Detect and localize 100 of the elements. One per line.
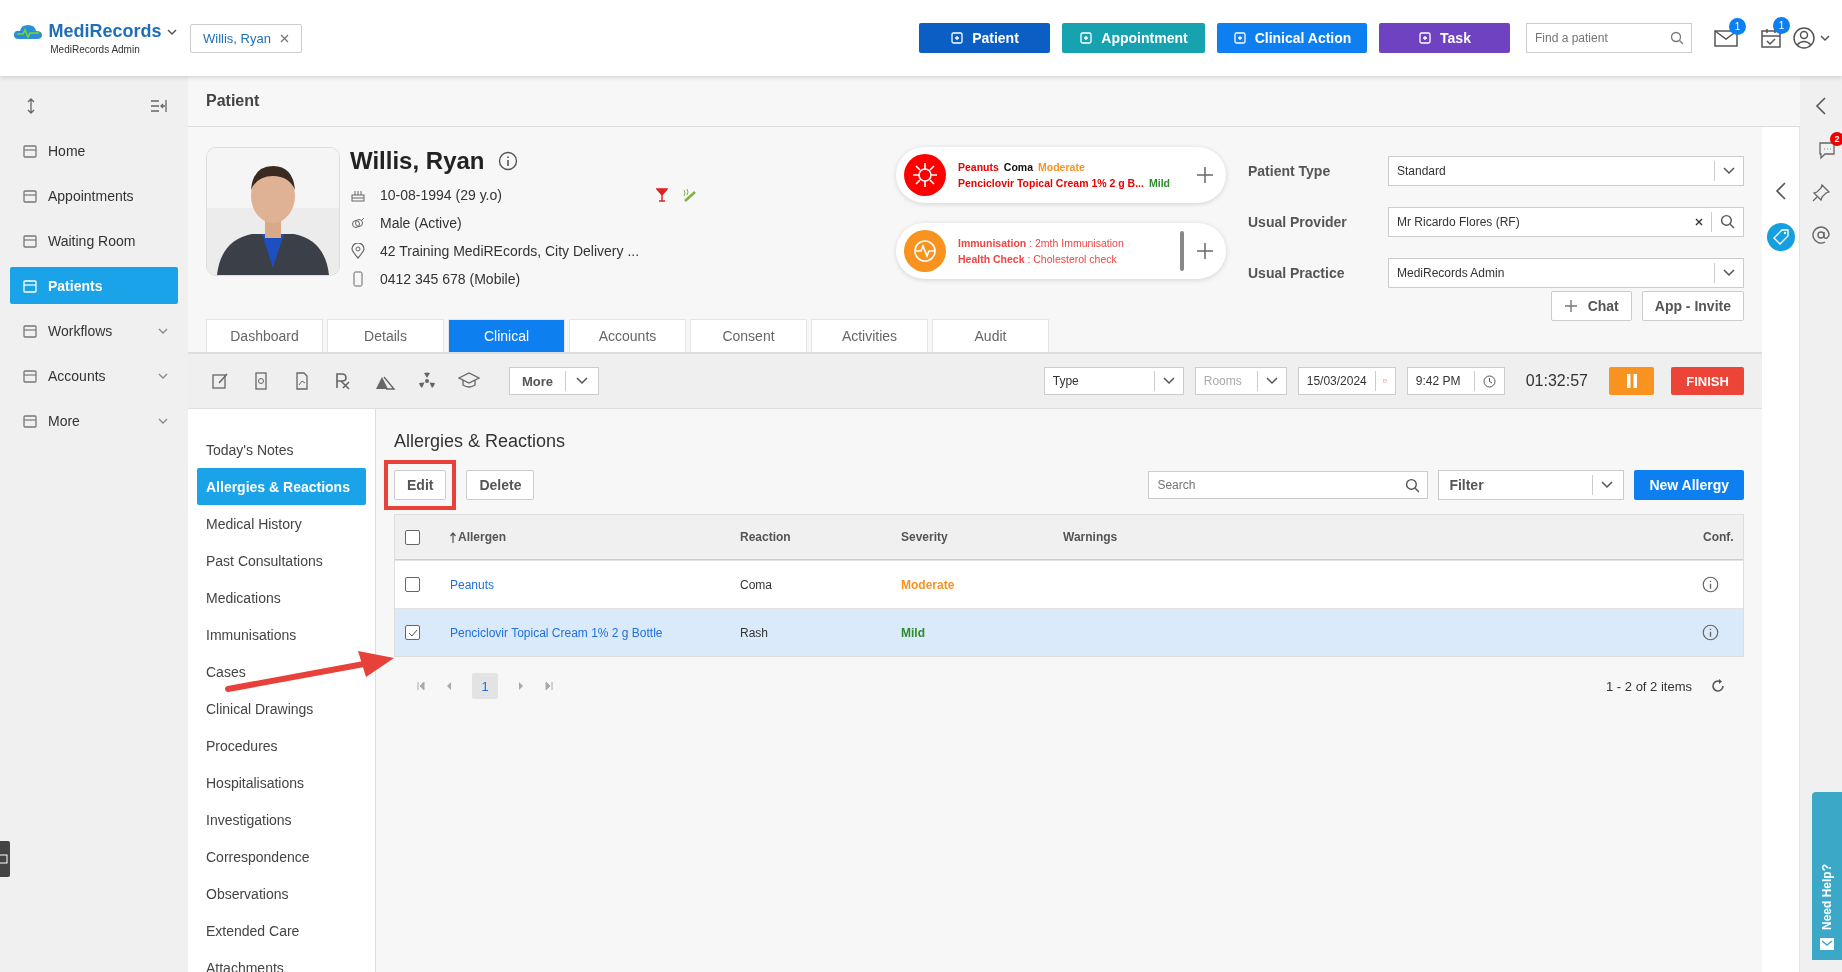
search-field[interactable]: Search <box>1148 471 1429 499</box>
refresh-icon[interactable] <box>1710 678 1726 694</box>
allergen-link[interactable]: Peanuts <box>450 577 740 592</box>
edit-button[interactable]: Edit <box>394 470 447 500</box>
tab[interactable]: Activities <box>811 319 928 352</box>
open-patient-tab[interactable]: Willis, Ryan <box>190 23 302 53</box>
sidebar-item[interactable]: Appointments <box>10 177 178 214</box>
calendar-check-icon[interactable] <box>1760 27 1782 49</box>
column-header[interactable]: Conf. <box>1703 530 1733 544</box>
user-menu-icon[interactable] <box>1792 26 1832 50</box>
tag-icon[interactable] <box>1766 223 1795 251</box>
chat-bubble-icon[interactable] <box>1817 140 1837 160</box>
tab[interactable]: Details <box>327 319 444 352</box>
type-select[interactable]: Type <box>1043 367 1184 395</box>
clinical-nav-item[interactable]: Today's Notes <box>197 431 366 468</box>
clinical-nav-item[interactable]: Procedures <box>197 727 366 764</box>
chevron-down-icon[interactable] <box>1723 269 1735 278</box>
time-field[interactable]: 9:42 PM <box>1406 367 1505 395</box>
clinical-nav-item[interactable]: Past Consultations <box>197 542 366 579</box>
edit-note-icon[interactable] <box>210 371 230 391</box>
chevron-down-icon[interactable] <box>1601 481 1614 489</box>
sidebar-item[interactable]: Workflows <box>10 312 178 349</box>
close-icon[interactable] <box>279 33 289 43</box>
tab[interactable]: Audit <box>932 319 1049 352</box>
info-icon[interactable] <box>498 151 519 171</box>
patient-search-field[interactable]: Find a patient <box>1526 23 1692 53</box>
table-cell-text: Rash <box>740 625 769 640</box>
quick-action-button[interactable]: Clinical Action <box>1217 23 1367 53</box>
sidebar-item[interactable]: Accounts <box>10 357 178 394</box>
tab[interactable]: Dashboard <box>206 319 323 352</box>
clinical-nav-item[interactable]: Clinical Drawings <box>197 690 366 727</box>
printer-tab-icon[interactable] <box>0 841 10 877</box>
chat-button[interactable]: Chat <box>1550 291 1632 321</box>
chevron-down-icon[interactable] <box>576 377 588 385</box>
chevron-down-icon[interactable] <box>158 326 168 335</box>
search-icon[interactable] <box>1670 31 1684 45</box>
column-header[interactable]: Reaction <box>740 530 901 544</box>
clinical-nav-item[interactable]: Attachments <box>197 949 366 972</box>
finish-button[interactable]: FINISH <box>1671 367 1744 395</box>
chevron-left-icon[interactable] <box>1815 96 1827 116</box>
tab[interactable]: Consent <box>690 319 807 352</box>
graduation-cap-icon[interactable] <box>458 371 480 391</box>
plus-icon[interactable] <box>1196 166 1214 184</box>
cocktail-glass-icon <box>655 188 668 202</box>
clock-icon[interactable] <box>1482 374 1496 388</box>
column-header[interactable]: Warnings <box>1063 530 1703 544</box>
select-field[interactable]: Standard <box>1388 155 1744 186</box>
chevron-down-icon[interactable] <box>1162 377 1175 385</box>
collapse-menu-icon[interactable] <box>150 99 168 113</box>
clinical-nav-item[interactable]: Investigations <box>197 801 366 838</box>
page-button[interactable]: 1 <box>472 673 498 699</box>
checkbox[interactable] <box>405 577 420 592</box>
clinical-nav-item[interactable]: Observations <box>197 875 366 912</box>
plus-icon[interactable] <box>1196 242 1214 260</box>
info-icon[interactable] <box>1702 624 1719 641</box>
column-header[interactable]: Severity <box>901 530 1063 544</box>
checkbox[interactable] <box>405 529 420 545</box>
clear-icon[interactable] <box>1695 218 1703 226</box>
clinical-nav-item[interactable]: Correspondence <box>197 838 366 875</box>
clinical-nav-item[interactable]: Cases <box>197 653 366 690</box>
table-row[interactable]: Penciclovir Topical Cream 1% 2 g Bottle Rash Mild <box>395 608 1743 656</box>
more-dropdown-button[interactable]: More <box>509 367 599 395</box>
search-icon[interactable] <box>1405 478 1421 493</box>
clinical-nav-item[interactable]: Medical History <box>197 505 366 542</box>
quick-action-button[interactable]: Task <box>1379 23 1510 53</box>
chevron-left-icon[interactable] <box>1774 181 1787 201</box>
clinical-nav-item[interactable]: Extended Care <box>197 912 366 949</box>
new-allergy-button[interactable]: New Allergy <box>1634 470 1744 500</box>
chevron-down-icon[interactable] <box>158 416 168 425</box>
quick-action-button[interactable]: Patient <box>919 23 1050 53</box>
search-icon[interactable] <box>1720 214 1735 230</box>
clinical-nav-item[interactable]: Immunisations <box>197 616 366 653</box>
resize-vertical-icon[interactable] <box>26 98 36 114</box>
column-header[interactable]: Allergen <box>458 530 506 544</box>
mail-icon[interactable] <box>1714 28 1738 48</box>
chevron-down-icon[interactable] <box>158 371 168 380</box>
tab[interactable]: Accounts <box>569 319 686 352</box>
sidebar-item[interactable]: Home <box>10 132 178 169</box>
sidebar-item[interactable]: More <box>10 402 178 439</box>
tab[interactable]: Clinical <box>448 319 565 352</box>
select-field[interactable]: MediRecords Admin <box>1388 258 1744 289</box>
chevron-down-icon[interactable] <box>166 27 177 36</box>
clinical-nav-item[interactable]: Medications <box>197 579 366 616</box>
lookup-field[interactable]: Mr Ricardo Flores (RF) <box>1388 207 1744 237</box>
chevron-down-icon[interactable] <box>1723 166 1735 175</box>
chevron-down-icon[interactable] <box>1265 377 1278 385</box>
date-field[interactable]: 15/03/2024 <box>1297 367 1396 395</box>
sort-up-icon[interactable] <box>450 531 456 543</box>
delete-button[interactable]: Delete <box>466 470 535 500</box>
clinical-nav-item[interactable]: Hospitalisations <box>197 764 366 801</box>
sidebar-item[interactable]: Waiting Room <box>10 222 178 259</box>
allergen-link[interactable]: Penciclovir Topical Cream 1% 2 g Bottle <box>450 625 740 640</box>
filter-select[interactable]: Filter <box>1438 470 1625 500</box>
prescription-icon[interactable] <box>333 371 353 391</box>
info-icon[interactable] <box>1702 576 1719 593</box>
pin-icon[interactable] <box>1812 184 1830 202</box>
checkbox[interactable] <box>405 625 420 640</box>
scrollbar[interactable] <box>1180 231 1184 271</box>
app-invite-button[interactable]: App - Invite <box>1641 291 1744 321</box>
at-sign-icon[interactable] <box>1812 226 1830 244</box>
